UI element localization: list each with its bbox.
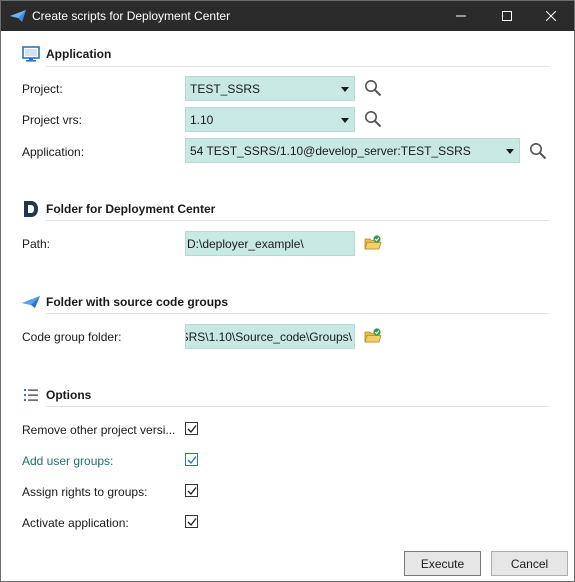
- project-label: Project:: [22, 82, 63, 96]
- project-vrs-label: Project vrs:: [22, 113, 83, 127]
- project-vrs-select[interactable]: 1.10: [185, 107, 355, 132]
- option-remove-versions-checkbox[interactable]: [185, 422, 198, 435]
- title-bar[interactable]: Create scripts for Deployment Center: [1, 1, 574, 31]
- section-application-header: Application: [22, 44, 111, 64]
- section-title: Folder for Deployment Center: [46, 202, 216, 216]
- folder-browse-icon[interactable]: [364, 328, 382, 344]
- option-assign-rights-label: Assign rights to groups:: [22, 485, 148, 499]
- project-vrs-select-value: 1.10: [190, 113, 214, 127]
- maximize-button[interactable]: [484, 1, 530, 31]
- send-arrow-icon: [10, 9, 26, 23]
- section-title: Folder with source code groups: [46, 295, 229, 309]
- deployment-d-icon: [22, 200, 40, 218]
- application-select-value: 54 TEST_SSRS/1.10@develop_server:TEST_SS…: [190, 144, 471, 158]
- chevron-down-icon: [341, 118, 349, 123]
- minimize-button[interactable]: [438, 1, 484, 31]
- project-select[interactable]: TEST_SSRS: [185, 76, 355, 101]
- window-title: Create scripts for Deployment Center: [32, 9, 231, 23]
- section-source-folder-header: Folder with source code groups: [22, 292, 228, 312]
- search-icon[interactable]: [364, 110, 382, 128]
- option-assign-rights-checkbox[interactable]: [185, 484, 198, 497]
- option-remove-versions-label: Remove other project versi...: [22, 423, 176, 437]
- close-button[interactable]: [528, 1, 574, 31]
- option-add-user-groups-label: Add user groups:: [22, 454, 114, 468]
- code-group-folder-label: Code group folder:: [22, 330, 122, 344]
- section-options-header: Options: [22, 385, 91, 405]
- dialog-window: Create scripts for Deployment Center App…: [0, 0, 575, 582]
- divider: [46, 220, 549, 221]
- option-activate-application-label: Activate application:: [22, 516, 129, 530]
- execute-button[interactable]: Execute: [404, 551, 481, 576]
- option-add-user-groups-checkbox[interactable]: [185, 453, 198, 466]
- path-field-value: D:\deployer_example\: [187, 237, 304, 251]
- section-deployment-folder-header: Folder for Deployment Center: [22, 199, 215, 219]
- search-icon[interactable]: [529, 142, 547, 160]
- code-group-folder-field[interactable]: SRS\1.10\Source_code\Groups\: [185, 324, 355, 349]
- monitor-icon: [22, 45, 40, 63]
- checkmark-icon: [187, 425, 197, 434]
- application-label: Application:: [22, 145, 85, 159]
- list-icon: [22, 386, 40, 404]
- option-activate-application-checkbox[interactable]: [185, 515, 198, 528]
- application-select[interactable]: 54 TEST_SSRS/1.10@develop_server:TEST_SS…: [185, 138, 520, 163]
- path-field[interactable]: D:\deployer_example\: [185, 231, 355, 256]
- chevron-down-icon: [506, 149, 514, 154]
- divider: [46, 66, 549, 67]
- checkmark-icon: [187, 518, 197, 527]
- divider: [46, 313, 549, 314]
- checkmark-icon: [187, 487, 197, 496]
- chevron-down-icon: [341, 87, 349, 92]
- section-title: Options: [46, 388, 92, 402]
- minimize-icon: [456, 15, 466, 17]
- send-arrow-icon: [22, 293, 40, 311]
- search-icon[interactable]: [364, 79, 382, 97]
- section-title: Application: [46, 47, 112, 61]
- close-icon: [546, 11, 556, 21]
- folder-browse-icon[interactable]: [364, 235, 382, 251]
- project-select-value: TEST_SSRS: [190, 82, 261, 96]
- code-group-folder-value: SRS\1.10\Source_code\Groups\: [185, 330, 352, 344]
- maximize-icon: [502, 11, 512, 21]
- checkmark-icon: [187, 456, 197, 465]
- path-label: Path:: [22, 237, 51, 251]
- divider: [46, 406, 549, 407]
- cancel-button[interactable]: Cancel: [491, 551, 568, 576]
